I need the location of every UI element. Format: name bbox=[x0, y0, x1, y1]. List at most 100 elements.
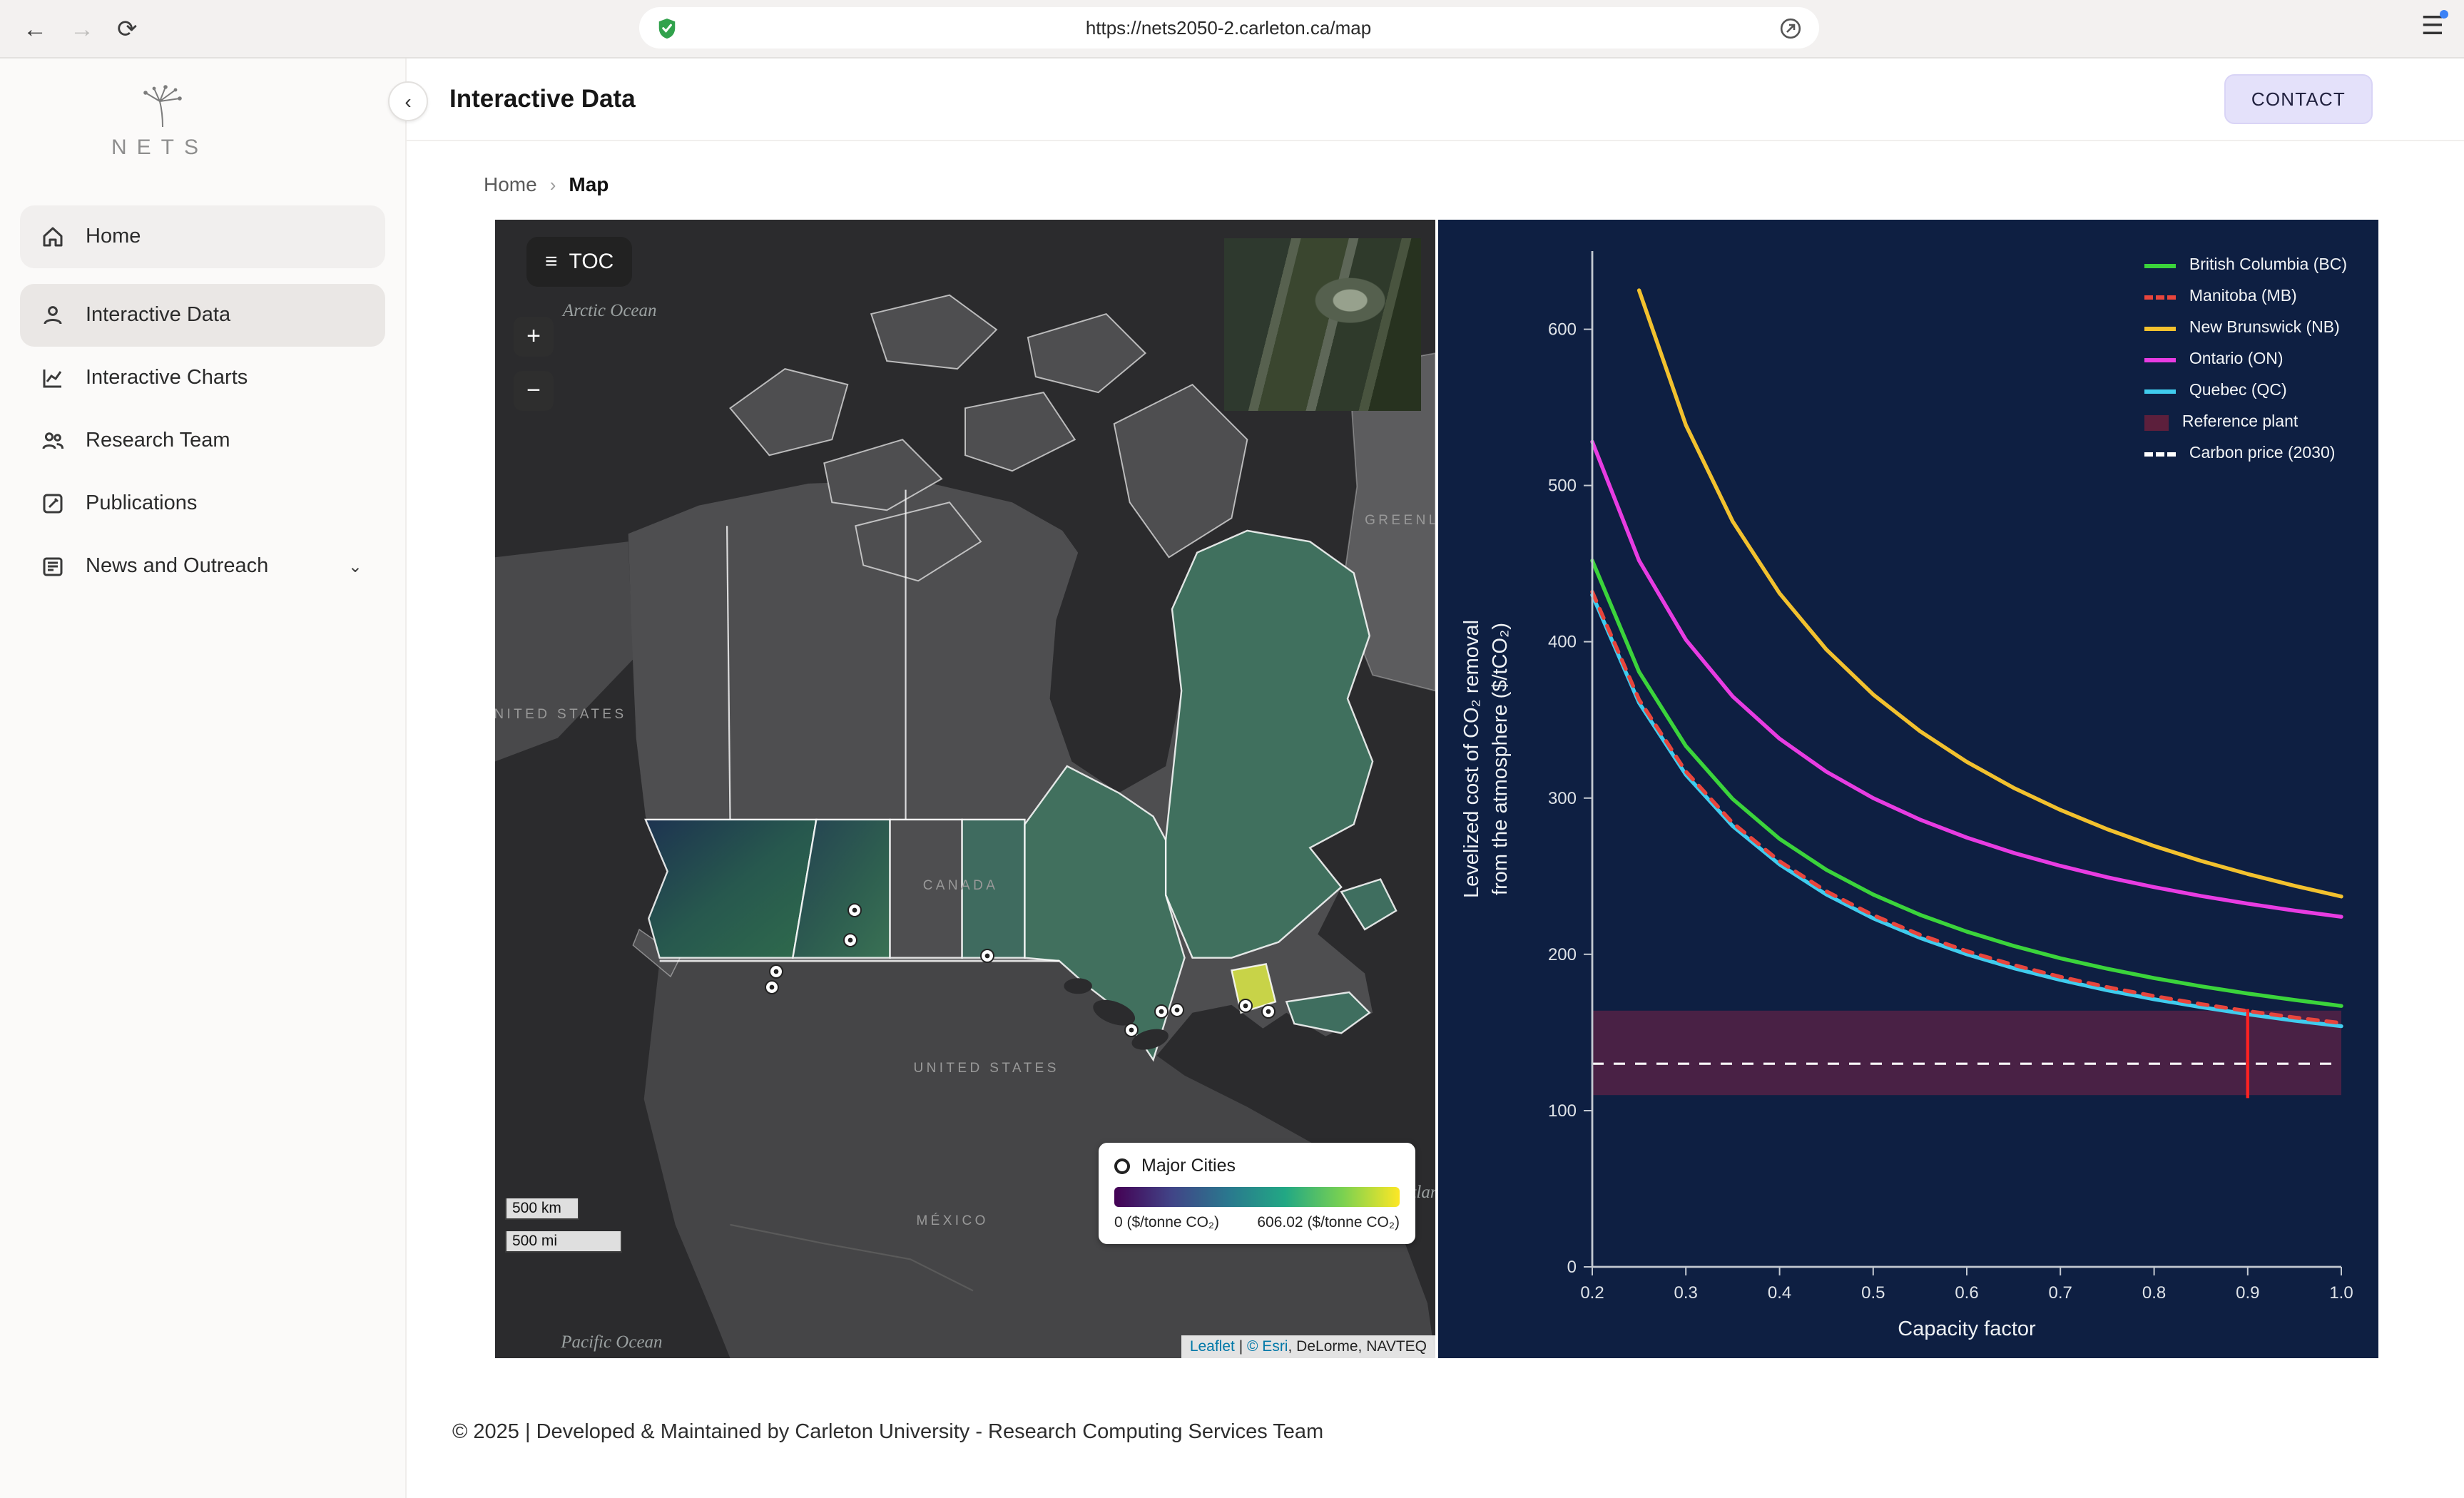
scalebar-mi: 500 mi bbox=[505, 1231, 622, 1253]
browser-forward-button[interactable]: → bbox=[70, 16, 94, 41]
legend-label: Reference plant bbox=[2182, 414, 2298, 431]
svg-text:0.4: 0.4 bbox=[1768, 1283, 1791, 1303]
browser-toolbar: ← → ⟳ https://nets2050-2.carleton.ca/map… bbox=[0, 0, 2464, 58]
satellite-minimap[interactable] bbox=[1224, 238, 1421, 411]
svg-text:300: 300 bbox=[1548, 789, 1577, 808]
svg-text:1.0: 1.0 bbox=[2329, 1283, 2353, 1303]
svg-text:200: 200 bbox=[1548, 945, 1577, 964]
chart-legend-entry: Manitoba (MB) bbox=[2144, 288, 2347, 305]
contact-button[interactable]: CONTACT bbox=[2224, 74, 2373, 124]
map-legend: Major Cities 0 ($/tonne CO₂) 606.02 ($/t… bbox=[1099, 1143, 1415, 1244]
news-icon bbox=[40, 554, 66, 579]
esri-link[interactable]: © Esri bbox=[1247, 1338, 1288, 1355]
city-marker[interactable] bbox=[847, 903, 862, 918]
chart-legend-entry: New Brunswick (NB) bbox=[2144, 320, 2347, 337]
scalebar-km: 500 km bbox=[505, 1198, 579, 1220]
security-shield-icon bbox=[656, 16, 678, 39]
home-icon bbox=[40, 224, 66, 250]
svg-text:500: 500 bbox=[1548, 477, 1577, 496]
svg-text:0.8: 0.8 bbox=[2142, 1283, 2166, 1303]
map-attribution: Leaflet | © Esri, DeLorme, NAVTEQ bbox=[1181, 1335, 1435, 1358]
sidebar-item-interactive-charts[interactable]: Interactive Charts bbox=[20, 347, 385, 409]
sidebar: NETS Home Interactive Data Interactive C… bbox=[0, 58, 407, 1498]
legend-label: Carbon price (2030) bbox=[2189, 445, 2336, 462]
legend-label: Quebec (QC) bbox=[2189, 382, 2287, 399]
chevron-down-icon[interactable]: ⌄ bbox=[348, 556, 362, 576]
url-bar-action-icon[interactable] bbox=[1779, 16, 1802, 39]
sidebar-item-label: Home bbox=[86, 225, 141, 248]
svg-text:0.5: 0.5 bbox=[1861, 1283, 1885, 1303]
legend-label: Ontario (ON) bbox=[2189, 351, 2284, 368]
map-zoom-in-button[interactable]: + bbox=[514, 317, 554, 357]
sidebar-item-label: News and Outreach bbox=[86, 555, 269, 578]
chart-legend-entry: Carbon price (2030) bbox=[2144, 445, 2347, 462]
url-text: https://nets2050-2.carleton.ca/map bbox=[1085, 17, 1372, 39]
svg-text:0.7: 0.7 bbox=[2049, 1283, 2072, 1303]
team-icon bbox=[40, 428, 66, 454]
city-marker[interactable] bbox=[1124, 1023, 1139, 1038]
map-legend-title: Major Cities bbox=[1141, 1156, 1236, 1176]
legend-swatch-icon bbox=[2144, 295, 2177, 299]
chart-legend: British Columbia (BC) Manitoba (MB) New Br… bbox=[2144, 257, 2347, 462]
city-marker[interactable] bbox=[1170, 1002, 1185, 1017]
breadcrumb-current: Map bbox=[569, 173, 609, 195]
svg-text:600: 600 bbox=[1548, 320, 1577, 340]
city-marker[interactable] bbox=[1261, 1004, 1276, 1019]
city-ring-icon bbox=[1114, 1158, 1130, 1173]
footer-text: © 2025 | Developed & Maintained by Carle… bbox=[452, 1421, 1324, 1444]
legend-swatch-icon bbox=[2144, 414, 2169, 430]
edit-square-icon bbox=[40, 491, 66, 516]
sidebar-item-label: Publications bbox=[86, 492, 198, 515]
chart-legend-entry: Ontario (ON) bbox=[2144, 351, 2347, 368]
legend-label: British Columbia (BC) bbox=[2189, 257, 2347, 274]
page-body: Home › Map Arctic Ocean GREEN UNITED STA… bbox=[407, 141, 2464, 1444]
city-marker[interactable] bbox=[979, 949, 994, 964]
browser-reload-button[interactable]: ⟳ bbox=[117, 16, 138, 41]
page-header: ‹ Interactive Data CONTACT bbox=[388, 58, 2464, 141]
colorbar-min-label: 0 ($/tonne CO₂) bbox=[1114, 1214, 1220, 1231]
legend-swatch-icon bbox=[2144, 389, 2177, 393]
toc-button[interactable]: ≡ TOC bbox=[526, 237, 633, 287]
colorbar-max-label: 606.02 ($/tonne CO₂) bbox=[1257, 1214, 1400, 1231]
svg-text:0.6: 0.6 bbox=[1955, 1283, 1978, 1303]
cost-chart-panel: 0 100 200 300 400 500 600 0.2 0.3 0.4 0.5 0.6 0.7 0.8… bbox=[1438, 220, 2378, 1358]
sidebar-item-home[interactable]: Home bbox=[20, 205, 385, 268]
city-marker[interactable] bbox=[769, 964, 784, 979]
page-title: Interactive Data bbox=[449, 84, 636, 113]
svg-text:0: 0 bbox=[1567, 1258, 1577, 1277]
chart-legend-entry: British Columbia (BC) bbox=[2144, 257, 2347, 274]
breadcrumb-home-link[interactable]: Home bbox=[484, 173, 537, 195]
legend-swatch-icon bbox=[2144, 452, 2177, 456]
sidebar-item-interactive-data[interactable]: Interactive Data bbox=[20, 284, 385, 347]
svg-text:100: 100 bbox=[1548, 1101, 1577, 1121]
sidebar-item-label: Interactive Data bbox=[86, 304, 231, 327]
sidebar-item-publications[interactable]: Publications bbox=[20, 472, 385, 535]
legend-label: New Brunswick (NB) bbox=[2189, 320, 2340, 337]
leaflet-link[interactable]: Leaflet bbox=[1190, 1338, 1235, 1355]
city-marker[interactable] bbox=[765, 979, 780, 994]
sidebar-collapse-button[interactable]: ‹ bbox=[388, 81, 428, 121]
toc-bars-icon: ≡ bbox=[545, 250, 558, 274]
browser-back-button[interactable]: ← bbox=[23, 16, 47, 41]
nets-logo[interactable]: NETS bbox=[0, 58, 405, 168]
logo-wordmark: NETS bbox=[111, 136, 209, 160]
legend-label: Manitoba (MB) bbox=[2189, 288, 2297, 305]
map-zoom-out-button[interactable]: − bbox=[514, 371, 554, 411]
city-marker[interactable] bbox=[843, 933, 858, 948]
sidebar-item-research-team[interactable]: Research Team bbox=[20, 409, 385, 472]
sidebar-item-news-and-outreach[interactable]: News and Outreach ⌄ bbox=[20, 535, 385, 598]
city-marker[interactable] bbox=[1238, 998, 1253, 1013]
browser-url-bar[interactable]: https://nets2050-2.carleton.ca/map bbox=[639, 7, 1819, 49]
svg-text:Levelized cost of CO₂ removal: Levelized cost of CO₂ removal bbox=[1460, 620, 1483, 898]
browser-menu-icon[interactable]: ☰ bbox=[2421, 10, 2448, 39]
legend-swatch-icon bbox=[2144, 357, 2177, 362]
svg-text:0.3: 0.3 bbox=[1674, 1283, 1698, 1303]
sidebar-item-label: Interactive Charts bbox=[86, 367, 248, 389]
chart-legend-entry: Quebec (QC) bbox=[2144, 382, 2347, 399]
svg-text:0.9: 0.9 bbox=[2236, 1283, 2259, 1303]
city-marker[interactable] bbox=[1154, 1004, 1169, 1019]
notification-dot bbox=[2440, 10, 2448, 19]
leaflet-map[interactable]: Arctic OceanGREENLANDUNITED STATESCANADA… bbox=[495, 220, 1435, 1358]
sidebar-nav: Home Interactive Data Interactive Charts bbox=[0, 205, 405, 598]
legend-swatch-icon bbox=[2144, 263, 2177, 268]
